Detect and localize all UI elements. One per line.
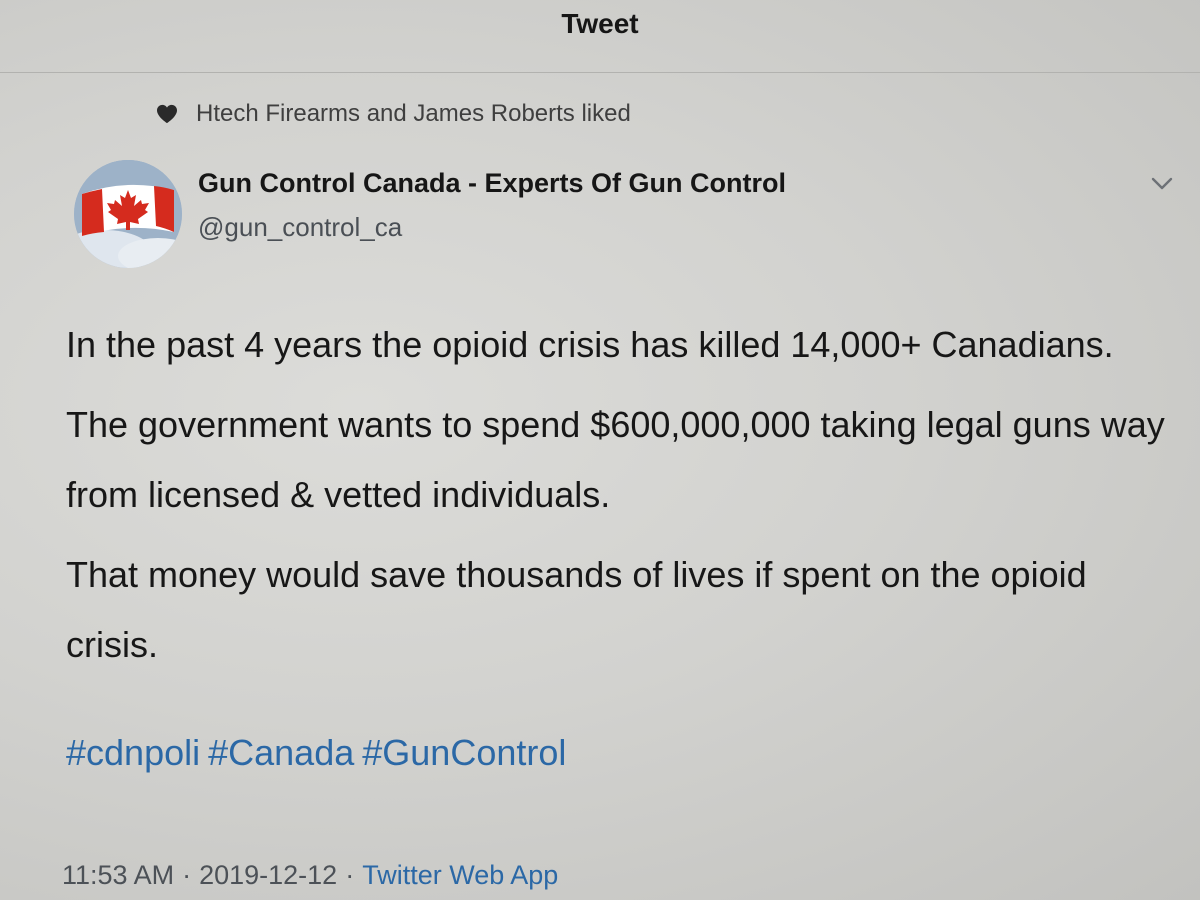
- page-title: Tweet: [561, 8, 639, 39]
- hashtag-link[interactable]: #GunControl: [362, 732, 566, 773]
- avatar[interactable]: [74, 160, 182, 268]
- meta-separator: ·: [345, 860, 355, 890]
- canadian-flag-icon: [74, 160, 182, 268]
- tweet-screen: Tweet Htech Firearms and James Roberts l…: [0, 0, 1200, 900]
- tweet-time[interactable]: 11:53 AM: [62, 860, 174, 890]
- meta-separator: ·: [182, 860, 192, 890]
- tweet-source-link[interactable]: Twitter Web App: [362, 860, 558, 890]
- top-bar: Tweet: [0, 0, 1200, 73]
- author-handle[interactable]: @gun_control_ca: [198, 212, 402, 243]
- tweet-text: In the past 4 years the opioid crisis ha…: [66, 310, 1186, 690]
- social-context[interactable]: Htech Firearms and James Roberts liked: [156, 98, 631, 130]
- tweet-date[interactable]: 2019-12-12: [199, 860, 337, 890]
- tweet-meta: 11:53 AM · 2019-12-12 · Twitter Web App: [62, 860, 558, 891]
- tweet-paragraph: That money would save thousands of lives…: [66, 554, 1087, 665]
- tweet-paragraph: The government wants to spend $600,000,0…: [66, 404, 1165, 515]
- tweet-paragraph: In the past 4 years the opioid crisis ha…: [66, 324, 1114, 365]
- hashtag-list: #cdnpoli #Canada #GunControl: [66, 728, 574, 778]
- hashtag-link[interactable]: #cdnpoli: [66, 732, 200, 773]
- author-name[interactable]: Gun Control Canada - Experts Of Gun Cont…: [198, 168, 786, 199]
- heart-icon: [157, 104, 177, 124]
- hashtag-link[interactable]: #Canada: [208, 732, 354, 773]
- chevron-down-icon[interactable]: [1150, 176, 1174, 192]
- social-context-text: Htech Firearms and James Roberts liked: [196, 100, 631, 127]
